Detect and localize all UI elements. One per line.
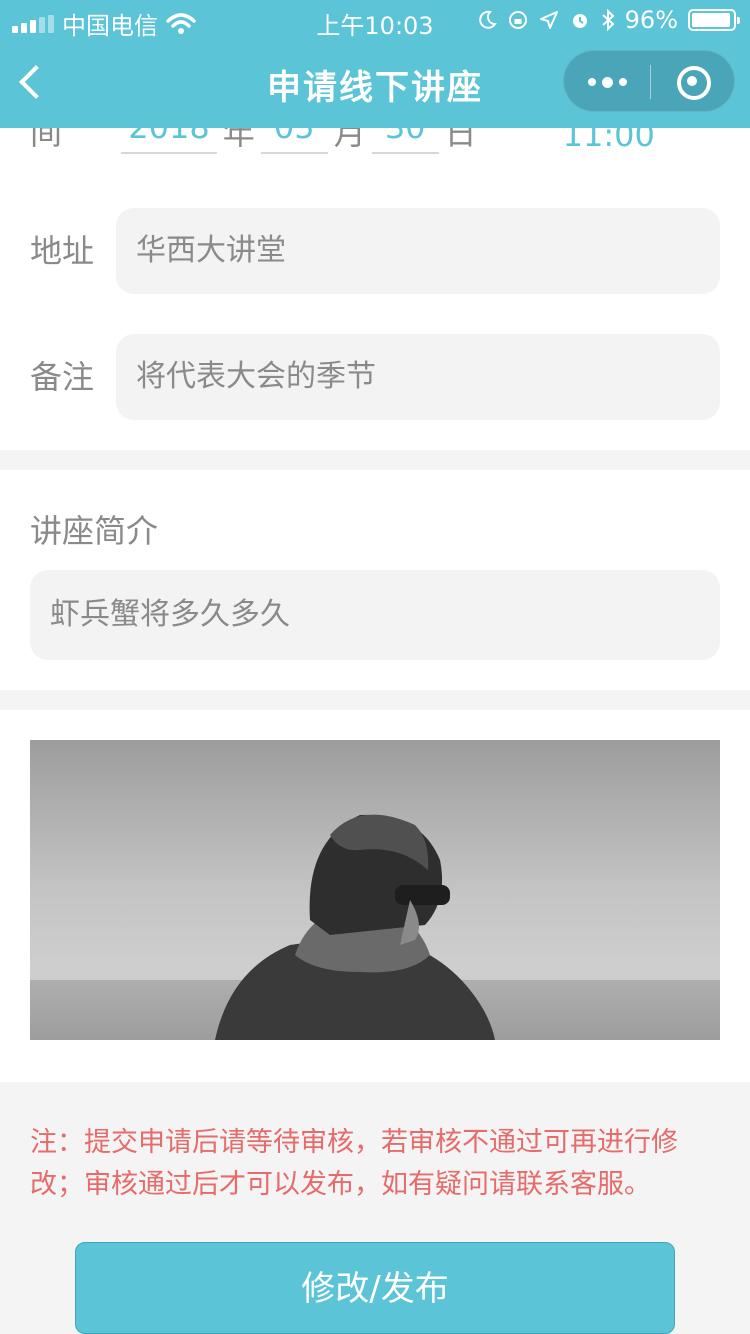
- moon-icon: [478, 10, 497, 29]
- remark-row: 备注 将代表大会的季节: [30, 334, 720, 420]
- form-section: 时间 2018 年 05 月 30 日 10:00-11:00 地址 华西大讲堂…: [0, 68, 750, 450]
- page: 中国电信 上午10:03 96% 申请线下讲座 间 年 月 日 11:00 地址…: [0, 0, 750, 1334]
- nav-bar: 申请线下讲座: [0, 40, 750, 128]
- intro-title: 讲座简介: [30, 512, 159, 550]
- alarm-icon: [572, 14, 587, 28]
- intro-section: 讲座简介 虾兵蟹将多久多久: [0, 470, 750, 690]
- notice-text: 注：提交申请后请等待审核，若审核不通过可再进行修改；审核通过后才可以发布，如有疑…: [30, 1127, 678, 1200]
- battery-fill: [692, 13, 731, 27]
- battery-percent: 96%: [624, 6, 678, 34]
- status-right: 96%: [477, 6, 740, 34]
- remark-label: 备注: [30, 358, 95, 396]
- photo-section: [0, 710, 750, 1082]
- intro-input[interactable]: 虾兵蟹将多久多久: [30, 570, 720, 660]
- cover-photo[interactable]: [30, 740, 720, 1040]
- rotation-lock-icon: [508, 11, 527, 29]
- status-bar: 中国电信 上午10:03 96%: [0, 0, 750, 40]
- address-row: 地址 华西大讲堂: [30, 208, 720, 294]
- location-icon: [539, 11, 558, 29]
- remark-input[interactable]: 将代表大会的季节: [116, 334, 720, 420]
- close-target-icon[interactable]: [650, 51, 736, 113]
- more-dots-icon[interactable]: [564, 51, 650, 113]
- submit-button[interactable]: 修改/发布: [75, 1242, 675, 1334]
- header: 中国电信 上午10:03 96% 申请线下讲座: [0, 0, 750, 128]
- battery-icon: [688, 9, 740, 31]
- mini-program-capsule: [563, 50, 735, 112]
- address-input[interactable]: 华西大讲堂: [116, 208, 720, 294]
- cover-photo-illustration: [30, 740, 720, 1040]
- address-label: 地址: [30, 232, 95, 270]
- bluetooth-icon: [601, 9, 615, 31]
